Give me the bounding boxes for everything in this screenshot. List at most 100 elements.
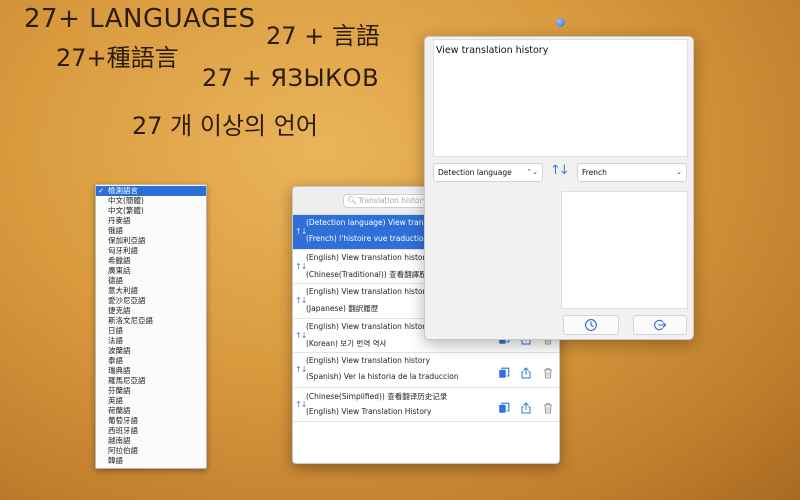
language-option-label: 捷克語 xyxy=(108,306,131,315)
language-option[interactable]: 中文(簡體) xyxy=(96,196,206,206)
language-option-label: 法語 xyxy=(108,336,123,345)
history-source-text: (English) View translation history xyxy=(306,252,431,262)
headline-russian: 27 + ЯЗЫКОВ xyxy=(202,64,380,92)
language-option[interactable]: 廣東話 xyxy=(96,266,206,276)
history-search-placeholder: Translation history xyxy=(358,196,428,205)
language-option[interactable]: 芬蘭語 xyxy=(96,386,206,396)
language-option-label: 匈牙利語 xyxy=(108,246,138,255)
headline-korean: 27 개 이상의 언어 xyxy=(132,112,318,140)
language-option-label: 荷蘭語 xyxy=(108,406,131,415)
checkmark-icon: ✓ xyxy=(98,186,105,195)
translation-output[interactable] xyxy=(561,191,688,309)
chevron-down-icon: ⌄ xyxy=(676,168,682,176)
source-language-value: Detection language xyxy=(438,168,512,177)
history-target-text: (French) l'histoire vue traduction xyxy=(306,234,429,243)
language-option-label: 芬蘭語 xyxy=(108,386,131,395)
language-option-label: 保加利亞語 xyxy=(108,236,146,245)
history-source-text: (English) View translation history xyxy=(306,287,431,296)
language-option-label: 瑞典語 xyxy=(108,366,131,375)
language-option[interactable]: 俄語 xyxy=(96,226,206,236)
language-option[interactable]: 愛沙尼亞語 xyxy=(96,296,206,306)
language-option[interactable]: 泰語 xyxy=(96,356,206,366)
language-dropdown-list[interactable]: ✓ 檢測語言 中文(簡體) 中文(繁體) 丹麥語 俄語 保加利亞語 匈牙利語 希臘語 廣東話 德語意… xyxy=(95,184,207,469)
history-row[interactable]: ↑↓ (English) View translation history (Spa… xyxy=(293,353,559,388)
language-option[interactable]: 中文(繁體) xyxy=(96,206,206,216)
language-option[interactable]: ✓ 檢測語言 xyxy=(96,186,206,196)
source-text-input[interactable]: View translation history xyxy=(433,39,688,157)
language-option[interactable]: 希臘語 xyxy=(96,256,206,266)
language-option[interactable]: 西班牙語 xyxy=(96,426,206,436)
language-option[interactable]: 越南語 xyxy=(96,436,206,446)
copy-icon[interactable] xyxy=(498,399,510,413)
language-option[interactable]: 荷蘭語 xyxy=(96,406,206,416)
language-option[interactable]: 捷克語 xyxy=(96,306,206,316)
target-language-value: French xyxy=(582,168,607,177)
language-option[interactable]: 法語 xyxy=(96,336,206,346)
clock-icon xyxy=(585,319,597,331)
language-option[interactable]: 匈牙利語 xyxy=(96,246,206,256)
history-source-text: (Chinese(Simplified)) 查看翻译历史记录 xyxy=(306,391,448,401)
exit-button[interactable] xyxy=(633,315,687,335)
history-target-text: (Korean) 보기 번역 역사 xyxy=(306,338,387,348)
history-row[interactable]: ↑↓ (Chinese(Simplified)) 查看翻译历史记录 (English… xyxy=(293,387,559,422)
language-option[interactable]: 葡萄牙語 xyxy=(96,416,206,426)
swap-arrows-icon[interactable]: ↑↓ xyxy=(295,296,307,305)
language-option-label: 泰語 xyxy=(108,356,123,365)
language-option-label: 斯洛文尼亞語 xyxy=(108,316,153,325)
language-option[interactable]: 德語 xyxy=(96,276,206,286)
swap-languages-button[interactable]: ↑↓ xyxy=(550,163,570,178)
updown-chevron-icon: ⌃⌄ xyxy=(526,168,538,176)
language-option-label: 意大利語 xyxy=(108,286,138,295)
language-option[interactable]: 丹麥語 xyxy=(96,216,206,226)
language-option[interactable]: 保加利亞語 xyxy=(96,236,206,246)
language-option-label: 丹麥語 xyxy=(108,216,131,225)
magnifier-icon: 🔍︎ xyxy=(347,196,358,205)
headline-english: 27+ LANGUAGES xyxy=(24,4,256,34)
translator-window: View translation history Detection langu… xyxy=(424,36,694,340)
language-option[interactable]: 意大利語 xyxy=(96,286,206,296)
swap-arrows-icon[interactable]: ↑↓ xyxy=(295,365,307,374)
share-icon[interactable] xyxy=(520,364,532,379)
language-option-label: 阿拉伯語 xyxy=(108,446,138,455)
trash-icon[interactable] xyxy=(542,364,554,379)
source-language-select[interactable]: Detection language ⌃⌄ xyxy=(433,163,543,182)
history-button[interactable] xyxy=(563,315,619,335)
language-option-label: 德語 xyxy=(108,276,123,285)
history-target-text: (English) View Translation History xyxy=(306,406,432,416)
language-option[interactable]: 英語 xyxy=(96,396,206,406)
language-option-label: 愛沙尼亞語 xyxy=(108,296,146,305)
language-option[interactable]: 羅馬尼亞語 xyxy=(96,376,206,386)
language-option[interactable]: 斯洛文尼亞語 xyxy=(96,316,206,326)
headline-chinese-traditional: 27+種語言 xyxy=(56,44,179,72)
language-option-label: 越南語 xyxy=(108,436,131,445)
language-option-label: 韓語 xyxy=(108,456,123,465)
language-option-label: 廣東話 xyxy=(108,266,131,275)
history-target-text: (Japanese) 翻訳履歴 xyxy=(306,304,379,313)
swap-arrows-icon[interactable]: ↑↓ xyxy=(295,262,307,271)
language-option-label: 俄語 xyxy=(108,226,123,235)
exit-icon xyxy=(654,319,667,331)
language-option[interactable]: 日語 xyxy=(96,326,206,336)
history-source-text: (English) View translation history xyxy=(306,321,431,331)
target-language-select[interactable]: French ⌄ xyxy=(577,163,687,182)
language-option-label: 波蘭語 xyxy=(108,346,131,355)
language-option-label: 中文(簡體) xyxy=(108,196,144,205)
language-option[interactable]: 韓語 xyxy=(96,456,206,466)
share-icon[interactable] xyxy=(520,399,532,413)
language-option-label: 西班牙語 xyxy=(108,426,138,435)
source-text: View translation history xyxy=(436,45,549,56)
language-option[interactable]: 阿拉伯語 xyxy=(96,446,206,456)
copy-icon[interactable] xyxy=(498,364,510,378)
pin-icon[interactable] xyxy=(556,18,565,27)
language-option-label: 檢測語言 xyxy=(108,186,138,195)
language-option[interactable]: 波蘭語 xyxy=(96,346,206,356)
swap-arrows-icon[interactable]: ↑↓ xyxy=(295,331,307,340)
language-option-label: 英語 xyxy=(108,396,123,405)
language-option-label: 中文(繁體) xyxy=(108,206,144,215)
history-source-text: (English) View translation history xyxy=(306,356,431,365)
trash-icon[interactable] xyxy=(542,399,554,413)
language-option[interactable]: 瑞典語 xyxy=(96,366,206,376)
language-option-label: 葡萄牙語 xyxy=(108,416,138,425)
swap-arrows-icon[interactable]: ↑↓ xyxy=(295,227,307,236)
swap-arrows-icon[interactable]: ↑↓ xyxy=(295,400,307,409)
